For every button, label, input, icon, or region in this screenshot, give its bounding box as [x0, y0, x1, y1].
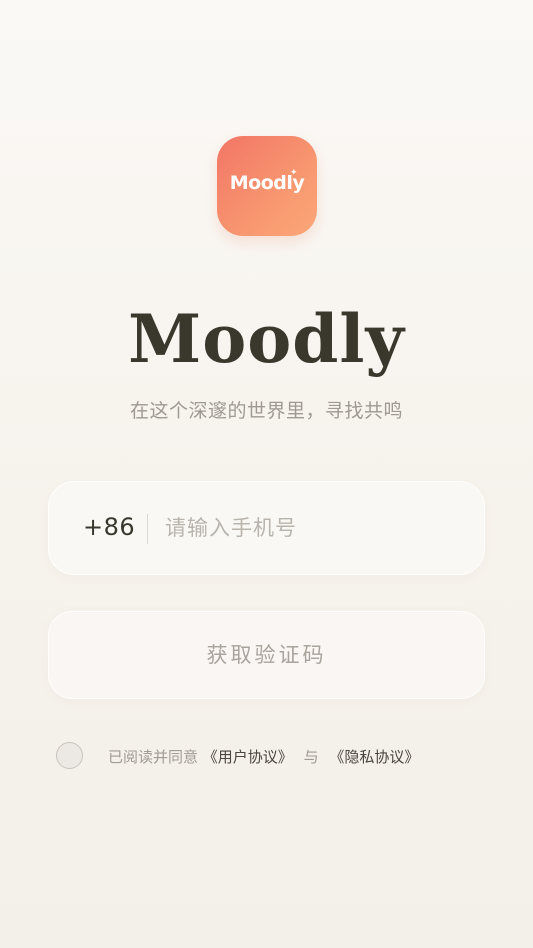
phone-number-input[interactable] [165, 510, 455, 546]
agreement-checkbox[interactable] [56, 742, 83, 769]
app-subtitle: 在这个深邃的世界里，寻找共鸣 [129, 400, 403, 422]
agreement-prefix: 已阅读并同意 [108, 748, 199, 766]
country-code-selector[interactable]: +86 [83, 513, 135, 541]
phone-input-card: +86 [48, 481, 485, 575]
user-agreement-link[interactable]: 《用户协议》 [203, 748, 293, 766]
app-title: Moodly [128, 300, 405, 378]
agreement-conjunction: 与 [303, 748, 319, 766]
privacy-agreement-link[interactable]: 《隐私协议》 [329, 748, 419, 766]
agreement-text: 已阅读并同意 《用户协议》 与 《隐私协议》 [108, 746, 419, 767]
app-logo-text: Moodly [229, 172, 305, 194]
app-logo-icon: Moodly ✦ [217, 136, 317, 236]
get-verification-code-button[interactable]: 获取验证码 [48, 611, 485, 699]
phone-divider [147, 514, 148, 544]
sparkle-icon: ✦ [290, 168, 298, 178]
